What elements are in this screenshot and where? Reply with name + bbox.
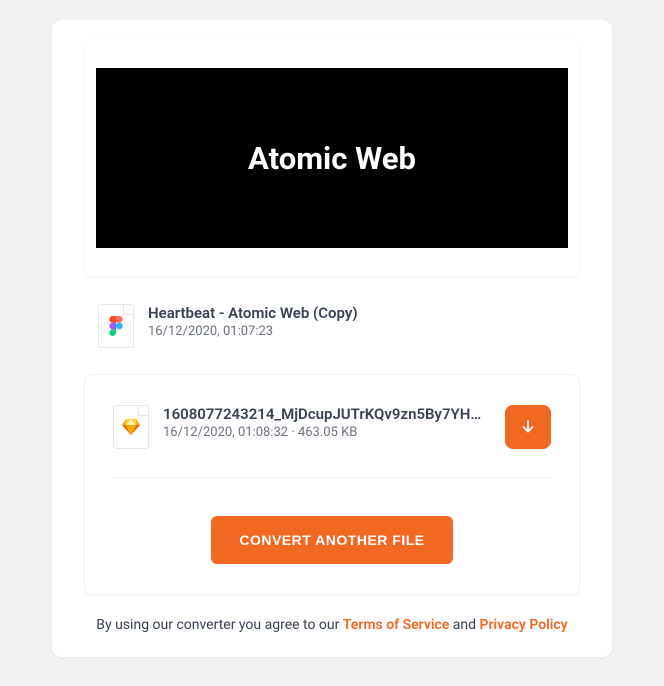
output-file-name: 1608077243214_MjDcupJUTrKQv9zn5By7YH… — [163, 405, 483, 423]
disclaimer-prefix: By using our converter you agree to our — [96, 617, 343, 633]
source-file-row: Heartbeat - Atomic Web (Copy) 16/12/2020… — [84, 304, 580, 348]
preview-title: Atomic Web — [248, 140, 416, 177]
file-document-icon — [113, 405, 149, 449]
convert-another-file-button[interactable]: CONVERT ANOTHER FILE — [211, 516, 452, 564]
preview-card: Atomic Web — [84, 40, 580, 276]
convert-wrap: CONVERT ANOTHER FILE — [113, 516, 551, 564]
output-file-meta: 1608077243214_MjDcupJUTrKQv9zn5By7YH… 16… — [163, 405, 491, 440]
output-file-info: 16/12/2020, 01:08:32 · 463.05 KB — [163, 425, 491, 440]
sketch-icon — [122, 418, 140, 436]
terms-of-service-link[interactable]: Terms of Service — [343, 617, 449, 633]
privacy-policy-link[interactable]: Privacy Policy — [480, 617, 568, 633]
main-card: Atomic Web Heartbeat - Atomic Web (Copy)… — [52, 20, 612, 657]
source-file-name: Heartbeat - Atomic Web (Copy) — [148, 304, 358, 322]
preview-banner: Atomic Web — [96, 68, 568, 248]
download-button[interactable] — [505, 405, 551, 449]
download-icon — [519, 418, 537, 436]
source-file-timestamp: 16/12/2020, 01:07:23 — [148, 324, 358, 339]
file-document-icon — [98, 304, 134, 348]
output-card: 1608077243214_MjDcupJUTrKQv9zn5By7YH… 16… — [84, 374, 580, 595]
output-row: 1608077243214_MjDcupJUTrKQv9zn5By7YH… 16… — [113, 405, 551, 478]
source-file-meta: Heartbeat - Atomic Web (Copy) 16/12/2020… — [148, 304, 358, 339]
figma-icon — [109, 316, 123, 336]
disclaimer: By using our converter you agree to our … — [84, 617, 580, 633]
disclaimer-and: and — [449, 617, 479, 633]
